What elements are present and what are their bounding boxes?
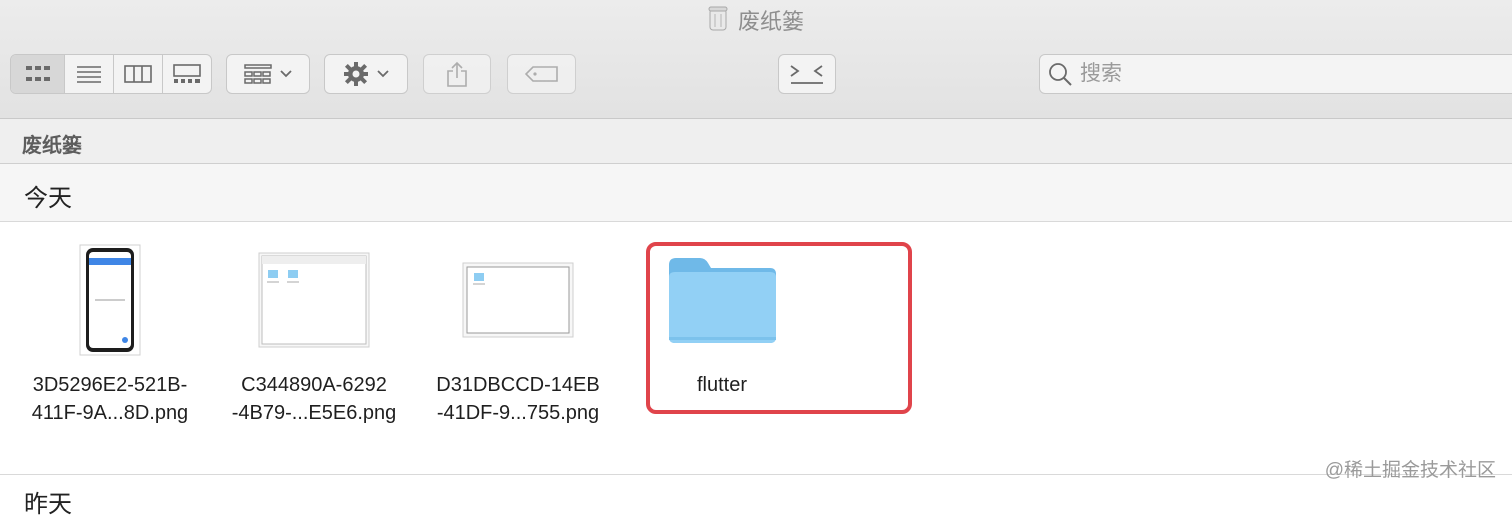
window-title: 废纸篓 — [0, 6, 1512, 40]
search-icon — [1049, 63, 1072, 86]
path-current[interactable]: 废纸篓 — [22, 129, 82, 158]
window-screenshot-thumbnail — [418, 235, 618, 365]
list-view-button[interactable] — [65, 55, 114, 93]
file-item[interactable]: 3D5296E2-521B- 411F-9A...8D.png — [10, 235, 210, 427]
selection-highlight — [646, 242, 912, 414]
watermark: @稀土掘金技术社区 — [1324, 460, 1496, 481]
path-bar: 废纸篓 — [0, 119, 1512, 164]
file-name: D31DBCCD-14EB -41DF-9...755.png — [436, 374, 600, 424]
search-field[interactable] — [1039, 54, 1512, 94]
tag-button[interactable] — [507, 54, 576, 94]
list-view-icon — [77, 66, 101, 83]
action-button[interactable] — [324, 54, 408, 94]
phone-screenshot-thumbnail — [10, 235, 210, 365]
group-header-today: 今天 — [0, 164, 1512, 222]
gallery-view-icon — [173, 64, 201, 83]
group-divider — [0, 474, 1512, 475]
window-toolbar: 废纸篓 — [0, 0, 1512, 119]
share-icon — [447, 61, 467, 87]
column-view-button[interactable] — [114, 55, 163, 93]
view-mode-control — [10, 54, 212, 94]
window-title-text: 废纸篓 — [737, 8, 804, 34]
chevron-down-icon — [280, 70, 292, 78]
icon-view-icon — [25, 66, 50, 81]
column-view-icon — [124, 65, 152, 83]
gear-icon — [344, 62, 368, 86]
share-button[interactable] — [423, 54, 491, 94]
search-input[interactable] — [1078, 61, 1482, 87]
group-by-button[interactable] — [226, 54, 310, 94]
group-label-yesterday: 昨天 — [24, 491, 72, 518]
chevron-down-icon — [377, 70, 389, 78]
file-item[interactable]: C344890A-6292 -4B79-...E5E6.png — [214, 235, 414, 427]
file-name: C344890A-6292 -4B79-...E5E6.png — [231, 374, 397, 424]
window-screenshot-thumbnail — [214, 235, 414, 365]
file-name: 3D5296E2-521B- 411F-9A...8D.png — [31, 374, 189, 424]
group-label: 今天 — [24, 185, 72, 212]
terminal-button[interactable] — [778, 54, 836, 94]
icon-view-button[interactable] — [11, 55, 65, 93]
trash-icon — [708, 6, 728, 40]
group-by-icon — [244, 64, 272, 84]
file-item[interactable]: D31DBCCD-14EB -41DF-9...755.png — [418, 235, 618, 427]
terminal-icon — [790, 65, 823, 84]
tag-icon — [524, 66, 558, 82]
gallery-view-button[interactable] — [163, 55, 211, 93]
